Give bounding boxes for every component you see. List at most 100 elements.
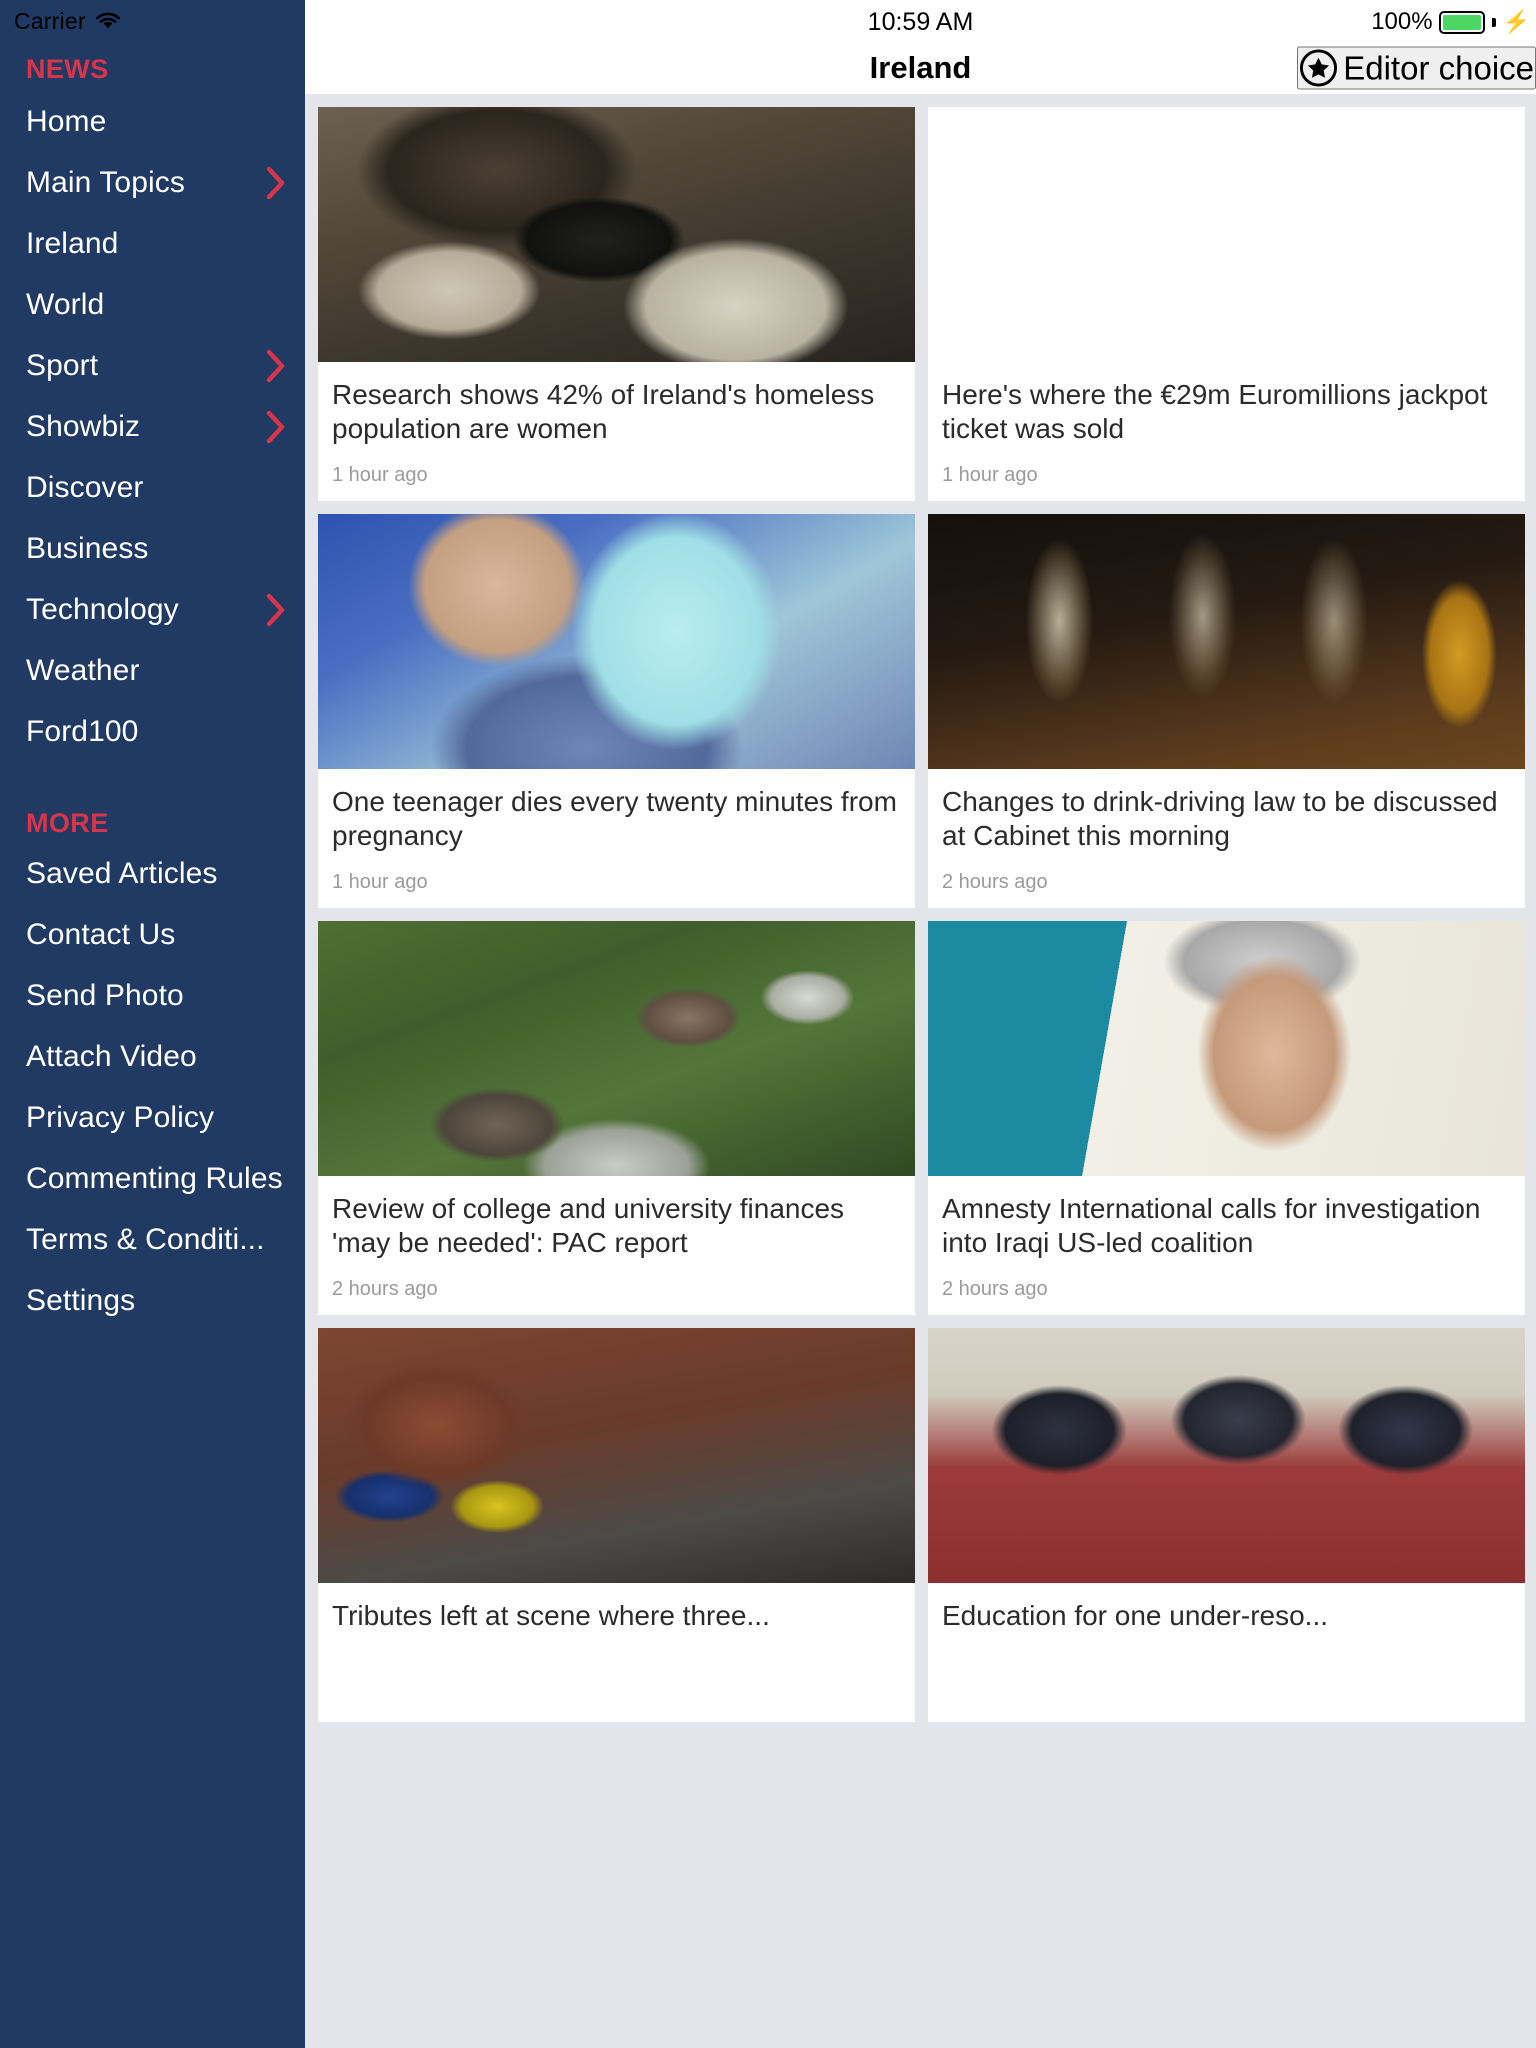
article-body: Here's where the €29m Euromillions jackp… — [928, 362, 1525, 450]
sidebar-item-saved-articles[interactable]: Saved Articles — [0, 843, 305, 904]
article-card[interactable]: Changes to drink-driving law to be discu… — [928, 514, 1525, 908]
article-body: Research shows 42% of Ireland's homeless… — [318, 362, 915, 450]
article-card[interactable]: Here's where the €29m Euromillions jackp… — [928, 107, 1525, 501]
editor-choice-button[interactable]: Editor choice — [1297, 46, 1536, 90]
sidebar-item-label: Sport — [26, 348, 99, 382]
article-footer: 1 hour ago — [928, 450, 1525, 501]
sidebar-item-label: Contact Us — [26, 917, 176, 951]
sidebar-item-attach-video[interactable]: Attach Video — [0, 1026, 305, 1087]
sidebar-section-news: NEWS — [26, 54, 109, 84]
sidebar-item-weather[interactable]: Weather — [0, 640, 305, 701]
sidebar-item-label: Home — [26, 104, 107, 138]
article-card[interactable]: Tributes left at scene where three... — [318, 1328, 915, 1722]
chevron-right-icon — [266, 410, 285, 443]
article-footer — [928, 1671, 1525, 1722]
article-footer: 2 hours ago — [928, 857, 1525, 908]
article-title: One teenager dies every twenty minutes f… — [332, 786, 897, 852]
article-footer: 2 hours ago — [318, 1264, 915, 1315]
article-title: Amnesty International calls for investig… — [942, 1193, 1481, 1259]
clock-label: 10:59 AM — [867, 8, 974, 36]
sidebar-item-showbiz[interactable]: Showbiz — [0, 396, 305, 457]
sidebar-item-send-photo[interactable]: Send Photo — [0, 965, 305, 1026]
article-timestamp: 1 hour ago — [332, 871, 428, 893]
article-title: Review of college and university finance… — [332, 1193, 845, 1259]
sidebar-item-label: Showbiz — [26, 409, 141, 443]
article-card[interactable]: Research shows 42% of Ireland's homeless… — [318, 107, 915, 501]
sidebar-item-label: Settings — [26, 1283, 136, 1317]
main-content: 10:59 AM 100% ⚡ Ireland Editor choice Re… — [305, 0, 1536, 2048]
lightning-bolt-icon: ⚡ — [1502, 9, 1530, 34]
sidebar-item-ireland[interactable]: Ireland — [0, 213, 305, 274]
sidebar-item-technology[interactable]: Technology — [0, 579, 305, 640]
sidebar-item-discover[interactable]: Discover — [0, 457, 305, 518]
sidebar-item-world[interactable]: World — [0, 274, 305, 335]
sidebar-more-list: Saved Articles Contact Us Send Photo Attach… — [0, 843, 305, 1331]
sidebar-item-label: Attach Video — [26, 1039, 197, 1073]
article-thumbnail — [928, 921, 1525, 1176]
article-card[interactable]: Education for one under-reso... — [928, 1328, 1525, 1722]
sidebar-item-label: Privacy Policy — [26, 1100, 215, 1134]
wifi-icon — [95, 12, 120, 29]
battery-percent-label: 100% — [1371, 8, 1433, 35]
sidebar-item-label: Weather — [26, 653, 140, 687]
article-footer — [318, 1671, 915, 1722]
sidebar-news-list: Home Main Topics Ireland World Sport Showbiz D… — [0, 91, 305, 762]
article-body: Amnesty International calls for investig… — [928, 1176, 1525, 1264]
article-title: Education for one under-reso... — [942, 1600, 1329, 1631]
article-body: Education for one under-reso... — [928, 1583, 1525, 1671]
article-card[interactable]: Amnesty International calls for investig… — [928, 921, 1525, 1315]
sidebar-item-privacy-policy[interactable]: Privacy Policy — [0, 1087, 305, 1148]
sidebar-item-sport[interactable]: Sport — [0, 335, 305, 396]
article-title: Tributes left at scene where three... — [332, 1600, 770, 1631]
article-thumbnail — [928, 107, 1525, 362]
article-title: Changes to drink-driving law to be discu… — [942, 786, 1498, 852]
sidebar-item-label: Main Topics — [26, 165, 185, 199]
article-card[interactable]: One teenager dies every twenty minutes f… — [318, 514, 915, 908]
chevron-right-icon — [266, 166, 285, 199]
sidebar-item-contact-us[interactable]: Contact Us — [0, 904, 305, 965]
sidebar-item-terms-conditi[interactable]: Terms & Conditi... — [0, 1209, 305, 1270]
article-card[interactable]: Review of college and university finance… — [318, 921, 915, 1315]
sidebar-item-ford100[interactable]: Ford100 — [0, 701, 305, 762]
sidebar-item-main-topics[interactable]: Main Topics — [0, 152, 305, 213]
article-thumbnail — [318, 921, 915, 1176]
sidebar-item-label: Business — [26, 531, 149, 565]
carrier-label: Carrier — [14, 7, 86, 34]
sidebar-drawer: Carrier NEWS Home Main Topics Ireland World… — [0, 0, 305, 2048]
article-thumbnail — [928, 514, 1525, 769]
sidebar-item-label: Send Photo — [26, 978, 184, 1012]
sidebar-item-label: World — [26, 287, 105, 321]
sidebar-item-home[interactable]: Home — [0, 91, 305, 152]
star-circle-icon — [1300, 49, 1338, 87]
sidebar-item-settings[interactable]: Settings — [0, 1270, 305, 1331]
sidebar-item-label: Discover — [26, 470, 144, 504]
chevron-right-icon — [266, 593, 285, 626]
article-footer: 1 hour ago — [318, 857, 915, 908]
article-timestamp: 2 hours ago — [332, 1278, 438, 1300]
article-timestamp: 2 hours ago — [942, 1278, 1048, 1300]
article-body: One teenager dies every twenty minutes f… — [318, 769, 915, 857]
article-thumbnail — [318, 1328, 915, 1583]
sidebar-item-label: Saved Articles — [26, 856, 218, 890]
article-grid: Research shows 42% of Ireland's homeless… — [305, 94, 1536, 1722]
chevron-right-icon — [266, 349, 285, 382]
battery-fill — [1442, 14, 1481, 30]
sidebar-item-commenting-rules[interactable]: Commenting Rules — [0, 1148, 305, 1209]
battery-nub-icon — [1491, 17, 1496, 27]
article-body: Review of college and university finance… — [318, 1176, 915, 1264]
article-thumbnail — [318, 107, 915, 362]
sidebar-item-label: Ireland — [26, 226, 119, 260]
sidebar-item-label: Technology — [26, 592, 179, 626]
top-bar: 10:59 AM 100% ⚡ Ireland Editor choice — [305, 0, 1536, 94]
article-footer: 1 hour ago — [318, 450, 915, 501]
sidebar-item-label: Terms & Conditi... — [26, 1222, 265, 1256]
article-body: Tributes left at scene where three... — [318, 1583, 915, 1671]
sidebar-item-label: Ford100 — [26, 714, 139, 748]
article-thumbnail — [928, 1328, 1525, 1583]
sidebar-item-business[interactable]: Business — [0, 518, 305, 579]
article-timestamp: 2 hours ago — [942, 871, 1048, 893]
ios-status-bar: 10:59 AM 100% ⚡ — [305, 0, 1536, 42]
battery-icon — [1438, 10, 1485, 34]
article-body: Changes to drink-driving law to be discu… — [928, 769, 1525, 857]
article-title: Research shows 42% of Ireland's homeless… — [332, 379, 875, 445]
